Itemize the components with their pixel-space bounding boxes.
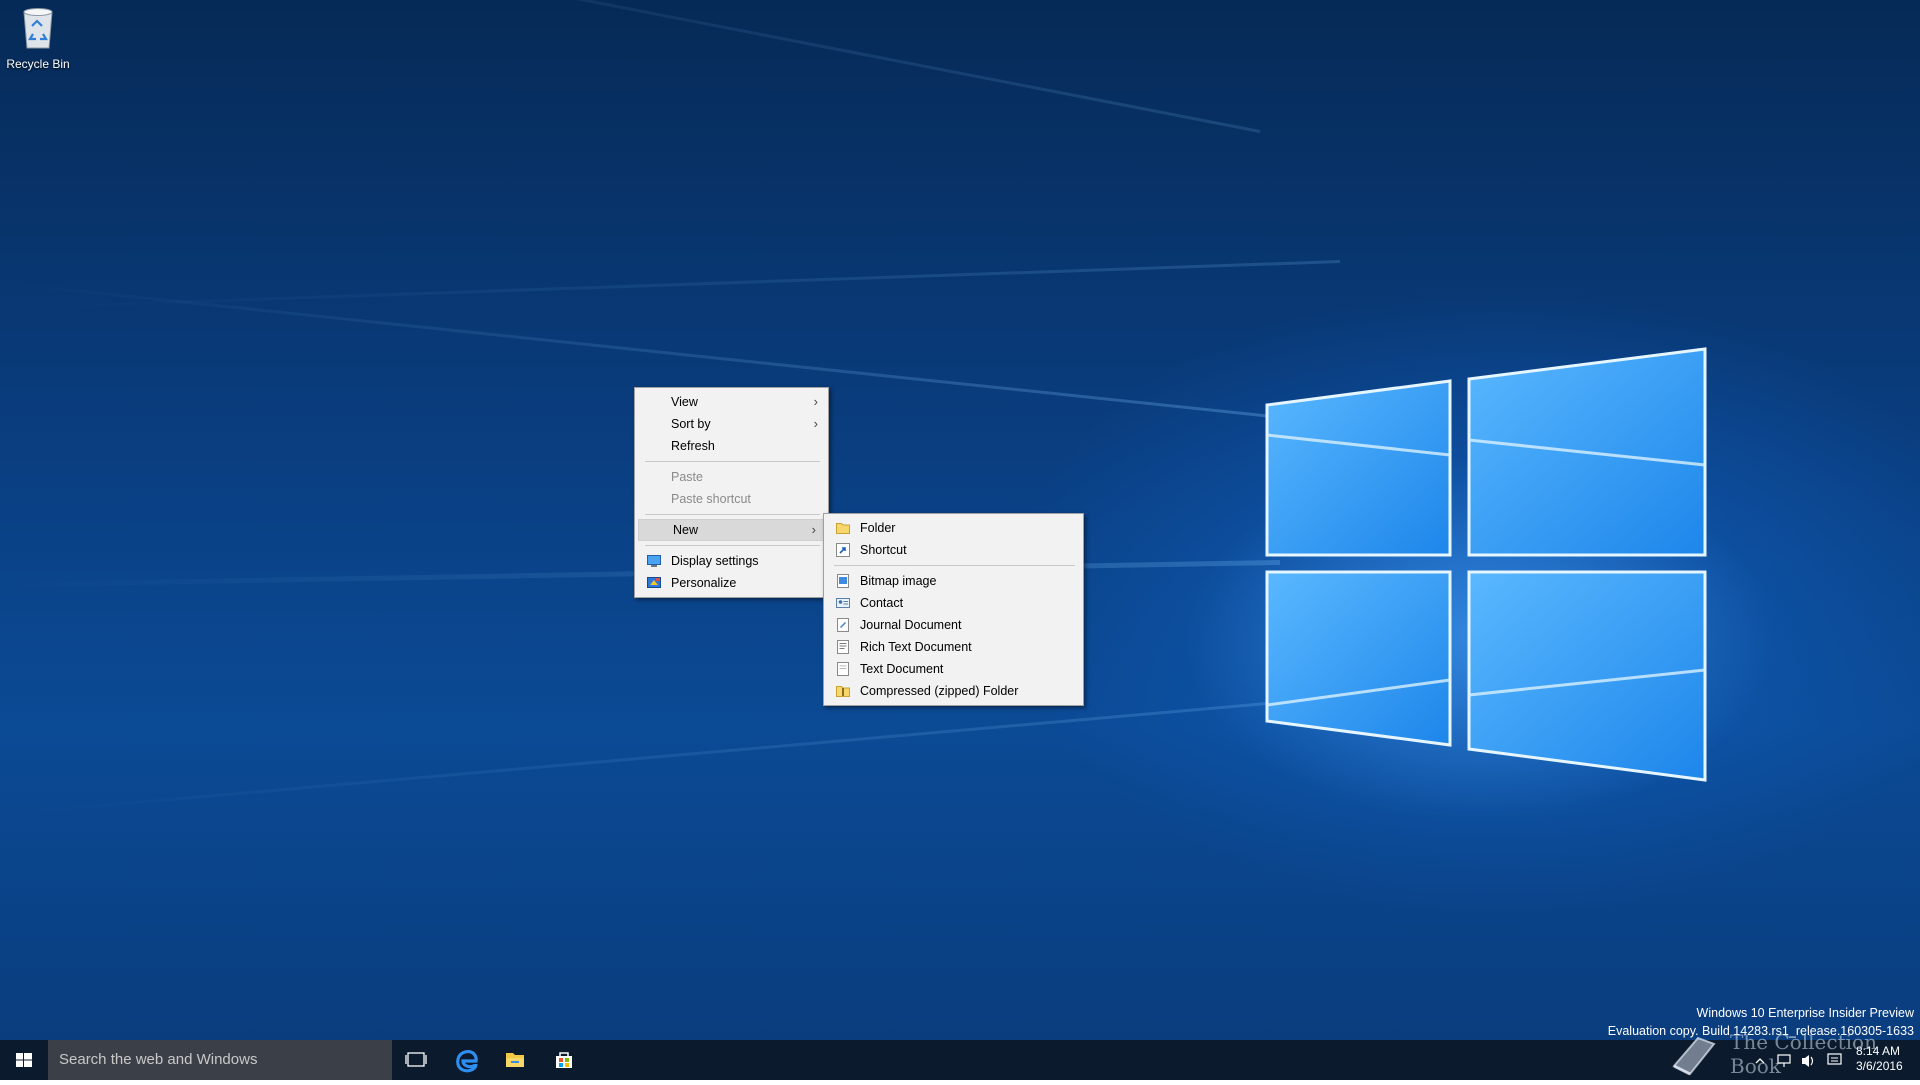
task-view-icon [405,1052,427,1067]
windows-logo [1265,347,1707,782]
search-placeholder: Search the web and Windows [59,1051,258,1068]
submenu-item-bitmap-image[interactable]: Bitmap image [826,570,1081,592]
rich-text-icon [837,640,849,654]
menu-item-label: View [671,395,698,409]
menu-item-label: Contact [860,596,904,610]
menu-item-label: Display settings [671,554,759,568]
menu-item-label: Paste [671,470,703,484]
zip-folder-icon [836,686,850,697]
menu-item-label: Journal Document [860,618,962,632]
chevron-right-icon: › [813,416,818,431]
menu-separator [645,514,820,515]
task-view-button[interactable] [392,1040,440,1080]
submenu-item-text-document[interactable]: Text Document [826,658,1081,680]
journal-icon [837,618,849,632]
file-explorer-icon [506,1053,524,1067]
collection-book-watermark: The Collection Book [1730,1030,1920,1078]
contact-icon [836,598,850,608]
edge-browser-icon [456,1050,478,1073]
chevron-right-icon: › [811,522,816,537]
menu-item-label: New [673,523,699,537]
light-beam [4,700,1291,816]
start-button[interactable] [0,1040,48,1080]
submenu-item-journal-document[interactable]: Journal Document [826,614,1081,636]
desktop-background[interactable]: Recycle Bin View › Sort by › Refresh Pas… [0,0,1920,1040]
menu-item-sort-by[interactable]: Sort by › [637,413,826,435]
collection-book-text: The Collection Book [1730,1030,1877,1078]
menu-item-label: Personalize [671,576,737,590]
menu-item-label: Folder [860,521,896,535]
menu-item-label: Paste shortcut [671,492,751,506]
watermark-line-edition: Windows 10 Enterprise Insider Preview [1696,1006,1914,1020]
windows-start-icon [16,1053,32,1067]
personalize-icon [647,577,661,588]
taskbar-file-explorer-button[interactable] [491,1040,539,1080]
menu-item-display-settings[interactable]: Display settings [637,550,826,572]
taskbar-search-box[interactable]: Search the web and Windows [48,1040,392,1080]
menu-item-personalize[interactable]: Personalize [637,572,826,594]
menu-item-label: Rich Text Document [860,640,972,654]
taskbar-store-button[interactable] [540,1040,588,1080]
menu-item-view[interactable]: View › [637,391,826,413]
recycle-bin-icon [23,8,53,49]
submenu-item-folder[interactable]: Folder [826,517,1081,539]
menu-item-label: Bitmap image [860,574,937,588]
menu-item-paste-shortcut[interactable]: Paste shortcut [637,488,826,510]
taskbar-edge-button[interactable] [443,1040,491,1080]
chevron-right-icon: › [813,394,818,409]
submenu-item-shortcut[interactable]: Shortcut [826,539,1081,561]
folder-icon [836,523,850,534]
store-icon [556,1052,572,1068]
desktop-icon-label: Recycle Bin [6,57,70,71]
light-beam [22,0,1261,133]
menu-separator [645,545,820,546]
display-icon [647,555,661,567]
menu-separator [645,461,820,462]
submenu-item-rich-text-document[interactable]: Rich Text Document [826,636,1081,658]
bitmap-icon [837,574,849,588]
submenu-item-contact[interactable]: Contact [826,592,1081,614]
taskbar: Search the web and Windows 8:14 AM 3/6/2… [0,1040,1920,1080]
menu-item-label: Sort by [671,417,711,431]
shortcut-icon [836,543,850,557]
menu-item-paste[interactable]: Paste [637,466,826,488]
menu-item-label: Text Document [860,662,944,676]
light-beam [40,260,1341,309]
menu-item-label: Shortcut [860,543,907,557]
submenu-item-compressed-folder[interactable]: Compressed (zipped) Folder [826,680,1081,702]
desktop-icon-recycle-bin[interactable]: Recycle Bin [2,6,74,71]
desktop-context-menu: View › Sort by › Refresh Paste Paste sho… [634,387,829,598]
menu-item-label: Refresh [671,439,715,453]
menu-item-label: Compressed (zipped) Folder [860,684,1019,698]
menu-item-new[interactable]: New › [638,519,825,541]
new-submenu: Folder Shortcut Bitmap image Contact Jou… [823,513,1084,706]
book-icon [1672,1036,1716,1076]
menu-separator [834,565,1075,566]
menu-item-refresh[interactable]: Refresh [637,435,826,457]
text-document-icon [837,662,849,676]
